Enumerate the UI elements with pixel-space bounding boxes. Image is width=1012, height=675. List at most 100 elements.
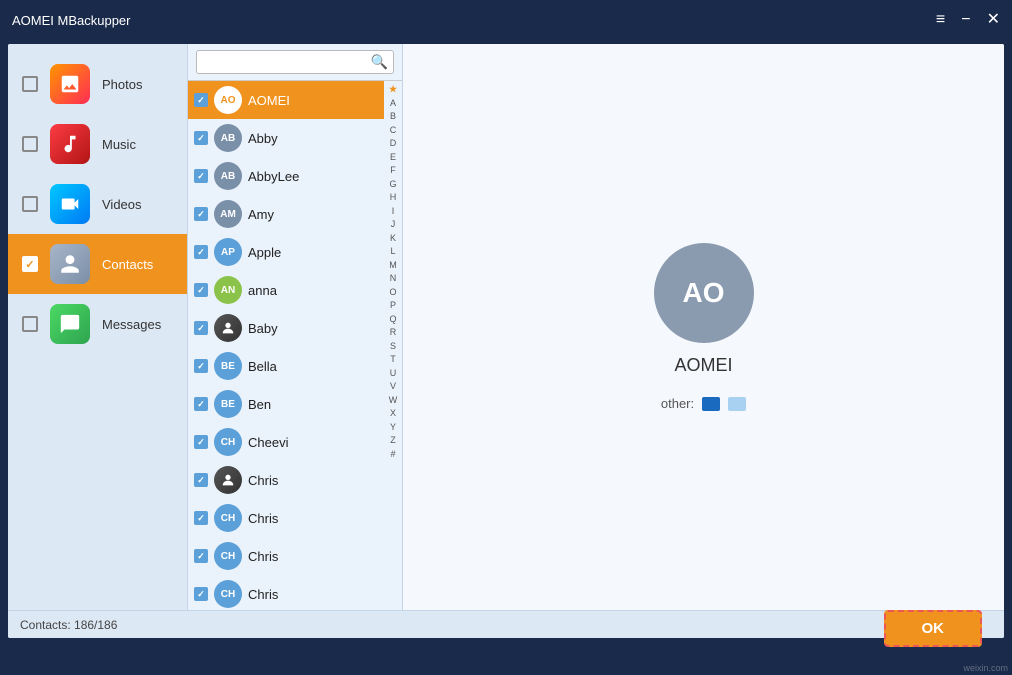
alpha-P[interactable]: P xyxy=(390,299,396,313)
photos-icon xyxy=(50,64,90,104)
contact-check-baby[interactable] xyxy=(194,321,208,335)
videos-icon xyxy=(50,184,90,224)
messages-checkbox[interactable] xyxy=(22,316,38,332)
detail-panel: AO AOMEI other: xyxy=(403,44,1004,610)
videos-checkbox[interactable] xyxy=(22,196,38,212)
sidebar-item-messages[interactable]: Messages xyxy=(8,294,187,354)
sidebar-music-label: Music xyxy=(102,137,136,152)
alpha-M[interactable]: M xyxy=(389,259,397,273)
contact-name-chris3: Chris xyxy=(248,549,378,564)
contact-item-abby[interactable]: ABAbby xyxy=(188,119,384,157)
contact-item-chris3[interactable]: CHChris xyxy=(188,537,384,575)
alpha-H[interactable]: H xyxy=(390,191,397,205)
contact-item-cheevi[interactable]: CHCheevi xyxy=(188,423,384,461)
menu-icon[interactable]: ≡ xyxy=(936,12,945,28)
contact-check-anna[interactable] xyxy=(194,283,208,297)
alpha-Z[interactable]: Z xyxy=(390,434,396,448)
music-checkbox[interactable] xyxy=(22,136,38,152)
contact-name-chris4: Chris xyxy=(248,587,378,602)
photos-checkbox[interactable] xyxy=(22,76,38,92)
contact-check-chris3[interactable] xyxy=(194,549,208,563)
sidebar-item-photos[interactable]: Photos xyxy=(8,54,187,114)
sidebar-contacts-label: Contacts xyxy=(102,257,153,272)
alpha-I[interactable]: I xyxy=(392,205,395,219)
close-button[interactable]: ✕ xyxy=(987,12,1000,28)
sidebar-item-videos[interactable]: Videos xyxy=(8,174,187,234)
sidebar: Photos Music Videos xyxy=(8,44,188,610)
contact-item-amy[interactable]: AMAmy xyxy=(188,195,384,233)
contact-check-aomei[interactable] xyxy=(194,93,208,107)
alpha-W[interactable]: W xyxy=(389,394,398,408)
contact-item-baby[interactable]: Baby xyxy=(188,309,384,347)
watermark: weixin.com xyxy=(963,663,1008,673)
contact-check-chris2[interactable] xyxy=(194,511,208,525)
contact-check-ben[interactable] xyxy=(194,397,208,411)
alpha-T[interactable]: T xyxy=(390,353,396,367)
contact-avatar-apple: AP xyxy=(214,238,242,266)
contact-check-chris4[interactable] xyxy=(194,587,208,601)
detail-other: other: xyxy=(661,396,746,411)
contact-check-amy[interactable] xyxy=(194,207,208,221)
alpha-L[interactable]: L xyxy=(390,245,395,259)
contact-name-abbylee: AbbyLee xyxy=(248,169,378,184)
alpha-O[interactable]: O xyxy=(389,286,396,300)
contact-check-abbylee[interactable] xyxy=(194,169,208,183)
music-icon xyxy=(50,124,90,164)
ok-button[interactable]: OK xyxy=(884,610,983,647)
sidebar-item-music[interactable]: Music xyxy=(8,114,187,174)
search-icon: 🔍 xyxy=(371,54,388,71)
contact-avatar-abbylee: AB xyxy=(214,162,242,190)
contact-check-chris1[interactable] xyxy=(194,473,208,487)
alpha-B[interactable]: B xyxy=(390,110,396,124)
alpha-C[interactable]: C xyxy=(390,124,397,138)
contact-item-chris1[interactable]: Chris xyxy=(188,461,384,499)
other-label: other: xyxy=(661,396,694,411)
contact-avatar-chris1 xyxy=(214,466,242,494)
alpha-S[interactable]: S xyxy=(390,340,396,354)
alpha-F[interactable]: F xyxy=(390,164,396,178)
alpha-R[interactable]: R xyxy=(390,326,397,340)
color-swatch-1 xyxy=(702,397,720,411)
alpha-V[interactable]: V xyxy=(390,380,396,394)
contact-item-apple[interactable]: APApple xyxy=(188,233,384,271)
status-text: Contacts: 186/186 xyxy=(20,618,117,632)
contact-item-ben[interactable]: BEBen xyxy=(188,385,384,423)
contact-item-bella[interactable]: BEBella xyxy=(188,347,384,385)
contact-avatar-anna: AN xyxy=(214,276,242,304)
alpha-A[interactable]: A xyxy=(390,97,396,111)
contact-item-anna[interactable]: ANanna xyxy=(188,271,384,309)
window-controls: ≡ − ✕ xyxy=(936,12,1000,28)
alpha-★[interactable]: ★ xyxy=(389,83,397,97)
sidebar-messages-label: Messages xyxy=(102,317,161,332)
alpha-Y[interactable]: Y xyxy=(390,421,396,435)
contact-item-chris4[interactable]: CHChris xyxy=(188,575,384,610)
contact-name-chris1: Chris xyxy=(248,473,378,488)
contact-item-abbylee[interactable]: AB AbbyLee xyxy=(188,157,384,195)
contacts-list-wrap: AOAOMEIABAbby AB AbbyLee AMAmyAPAppleANanna… xyxy=(188,81,402,610)
alpha-N[interactable]: N xyxy=(390,272,397,286)
alpha-U[interactable]: U xyxy=(390,367,397,381)
contact-item-aomei[interactable]: AOAOMEI xyxy=(188,81,384,119)
alpha-J[interactable]: J xyxy=(391,218,396,232)
alpha-X[interactable]: X xyxy=(390,407,396,421)
statusbar: Contacts: 186/186 xyxy=(8,610,1004,638)
alpha-G[interactable]: G xyxy=(389,178,396,192)
minimize-button[interactable]: − xyxy=(961,12,970,28)
contacts-checkbox[interactable] xyxy=(22,256,38,272)
alpha-#[interactable]: # xyxy=(390,448,395,462)
alpha-Q[interactable]: Q xyxy=(389,313,396,327)
contact-item-chris2[interactable]: CHChris xyxy=(188,499,384,537)
contact-check-cheevi[interactable] xyxy=(194,435,208,449)
sidebar-item-contacts[interactable]: Contacts xyxy=(8,234,187,294)
contact-name-ben: Ben xyxy=(248,397,378,412)
search-input[interactable] xyxy=(196,50,394,74)
contact-name-chris2: Chris xyxy=(248,511,378,526)
alpha-D[interactable]: D xyxy=(390,137,397,151)
contact-check-apple[interactable] xyxy=(194,245,208,259)
titlebar: AOMEI MBackupper ≡ − ✕ xyxy=(0,0,1012,40)
contact-check-bella[interactable] xyxy=(194,359,208,373)
alpha-index: ★ABCDEFGHIJKLMNOPQRSTUVWXYZ# xyxy=(384,81,402,610)
contact-check-abby[interactable] xyxy=(194,131,208,145)
alpha-K[interactable]: K xyxy=(390,232,396,246)
alpha-E[interactable]: E xyxy=(390,151,396,165)
